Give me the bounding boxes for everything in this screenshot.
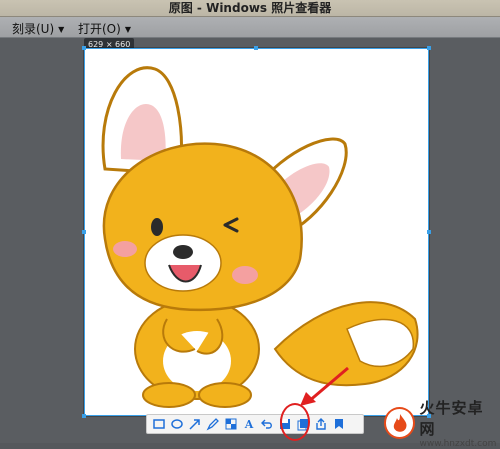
resize-handle[interactable] xyxy=(82,46,86,50)
text-icon[interactable]: A xyxy=(241,416,257,432)
annotation-arrow-icon xyxy=(300,366,349,406)
annotation-toolbar: A xyxy=(146,414,364,434)
menu-open-label: 打开(O) xyxy=(78,22,121,36)
pin-icon[interactable] xyxy=(331,416,347,432)
chevron-down-icon: ▼ xyxy=(58,25,65,34)
resize-handle[interactable] xyxy=(254,46,258,50)
menu-burn[interactable]: 刻录(U) ▼ xyxy=(12,20,64,37)
resize-handle[interactable] xyxy=(82,414,86,418)
resize-handle[interactable] xyxy=(82,230,86,234)
resize-handle[interactable] xyxy=(427,46,431,50)
image-selection[interactable] xyxy=(82,46,431,418)
chevron-down-icon: ▼ xyxy=(124,25,131,34)
menu-burn-label: 刻录(U) xyxy=(12,22,55,36)
fire-logo-icon xyxy=(384,407,416,439)
rectangle-icon[interactable] xyxy=(151,416,167,432)
watermark-url: www.hnzxdt.com xyxy=(419,439,497,449)
menu-open[interactable]: 打开(O) ▼ xyxy=(78,20,131,37)
fox-illustration xyxy=(101,66,419,408)
ellipse-icon[interactable] xyxy=(169,416,185,432)
pen-icon[interactable] xyxy=(205,416,221,432)
mosaic-icon[interactable] xyxy=(223,416,239,432)
arrow-icon[interactable] xyxy=(187,416,203,432)
undo-icon[interactable] xyxy=(259,416,275,432)
window-title: 原图 - Windows 照片查看器 xyxy=(0,0,500,17)
resize-handle[interactable] xyxy=(427,230,431,234)
watermark-title: 火牛安卓网 xyxy=(419,399,484,438)
share-icon[interactable] xyxy=(313,416,329,432)
menu-bar: 刻录(U) ▼ 打开(O) ▼ xyxy=(0,17,500,38)
site-watermark: 火牛安卓网 www.hnzxdt.com xyxy=(384,399,498,449)
